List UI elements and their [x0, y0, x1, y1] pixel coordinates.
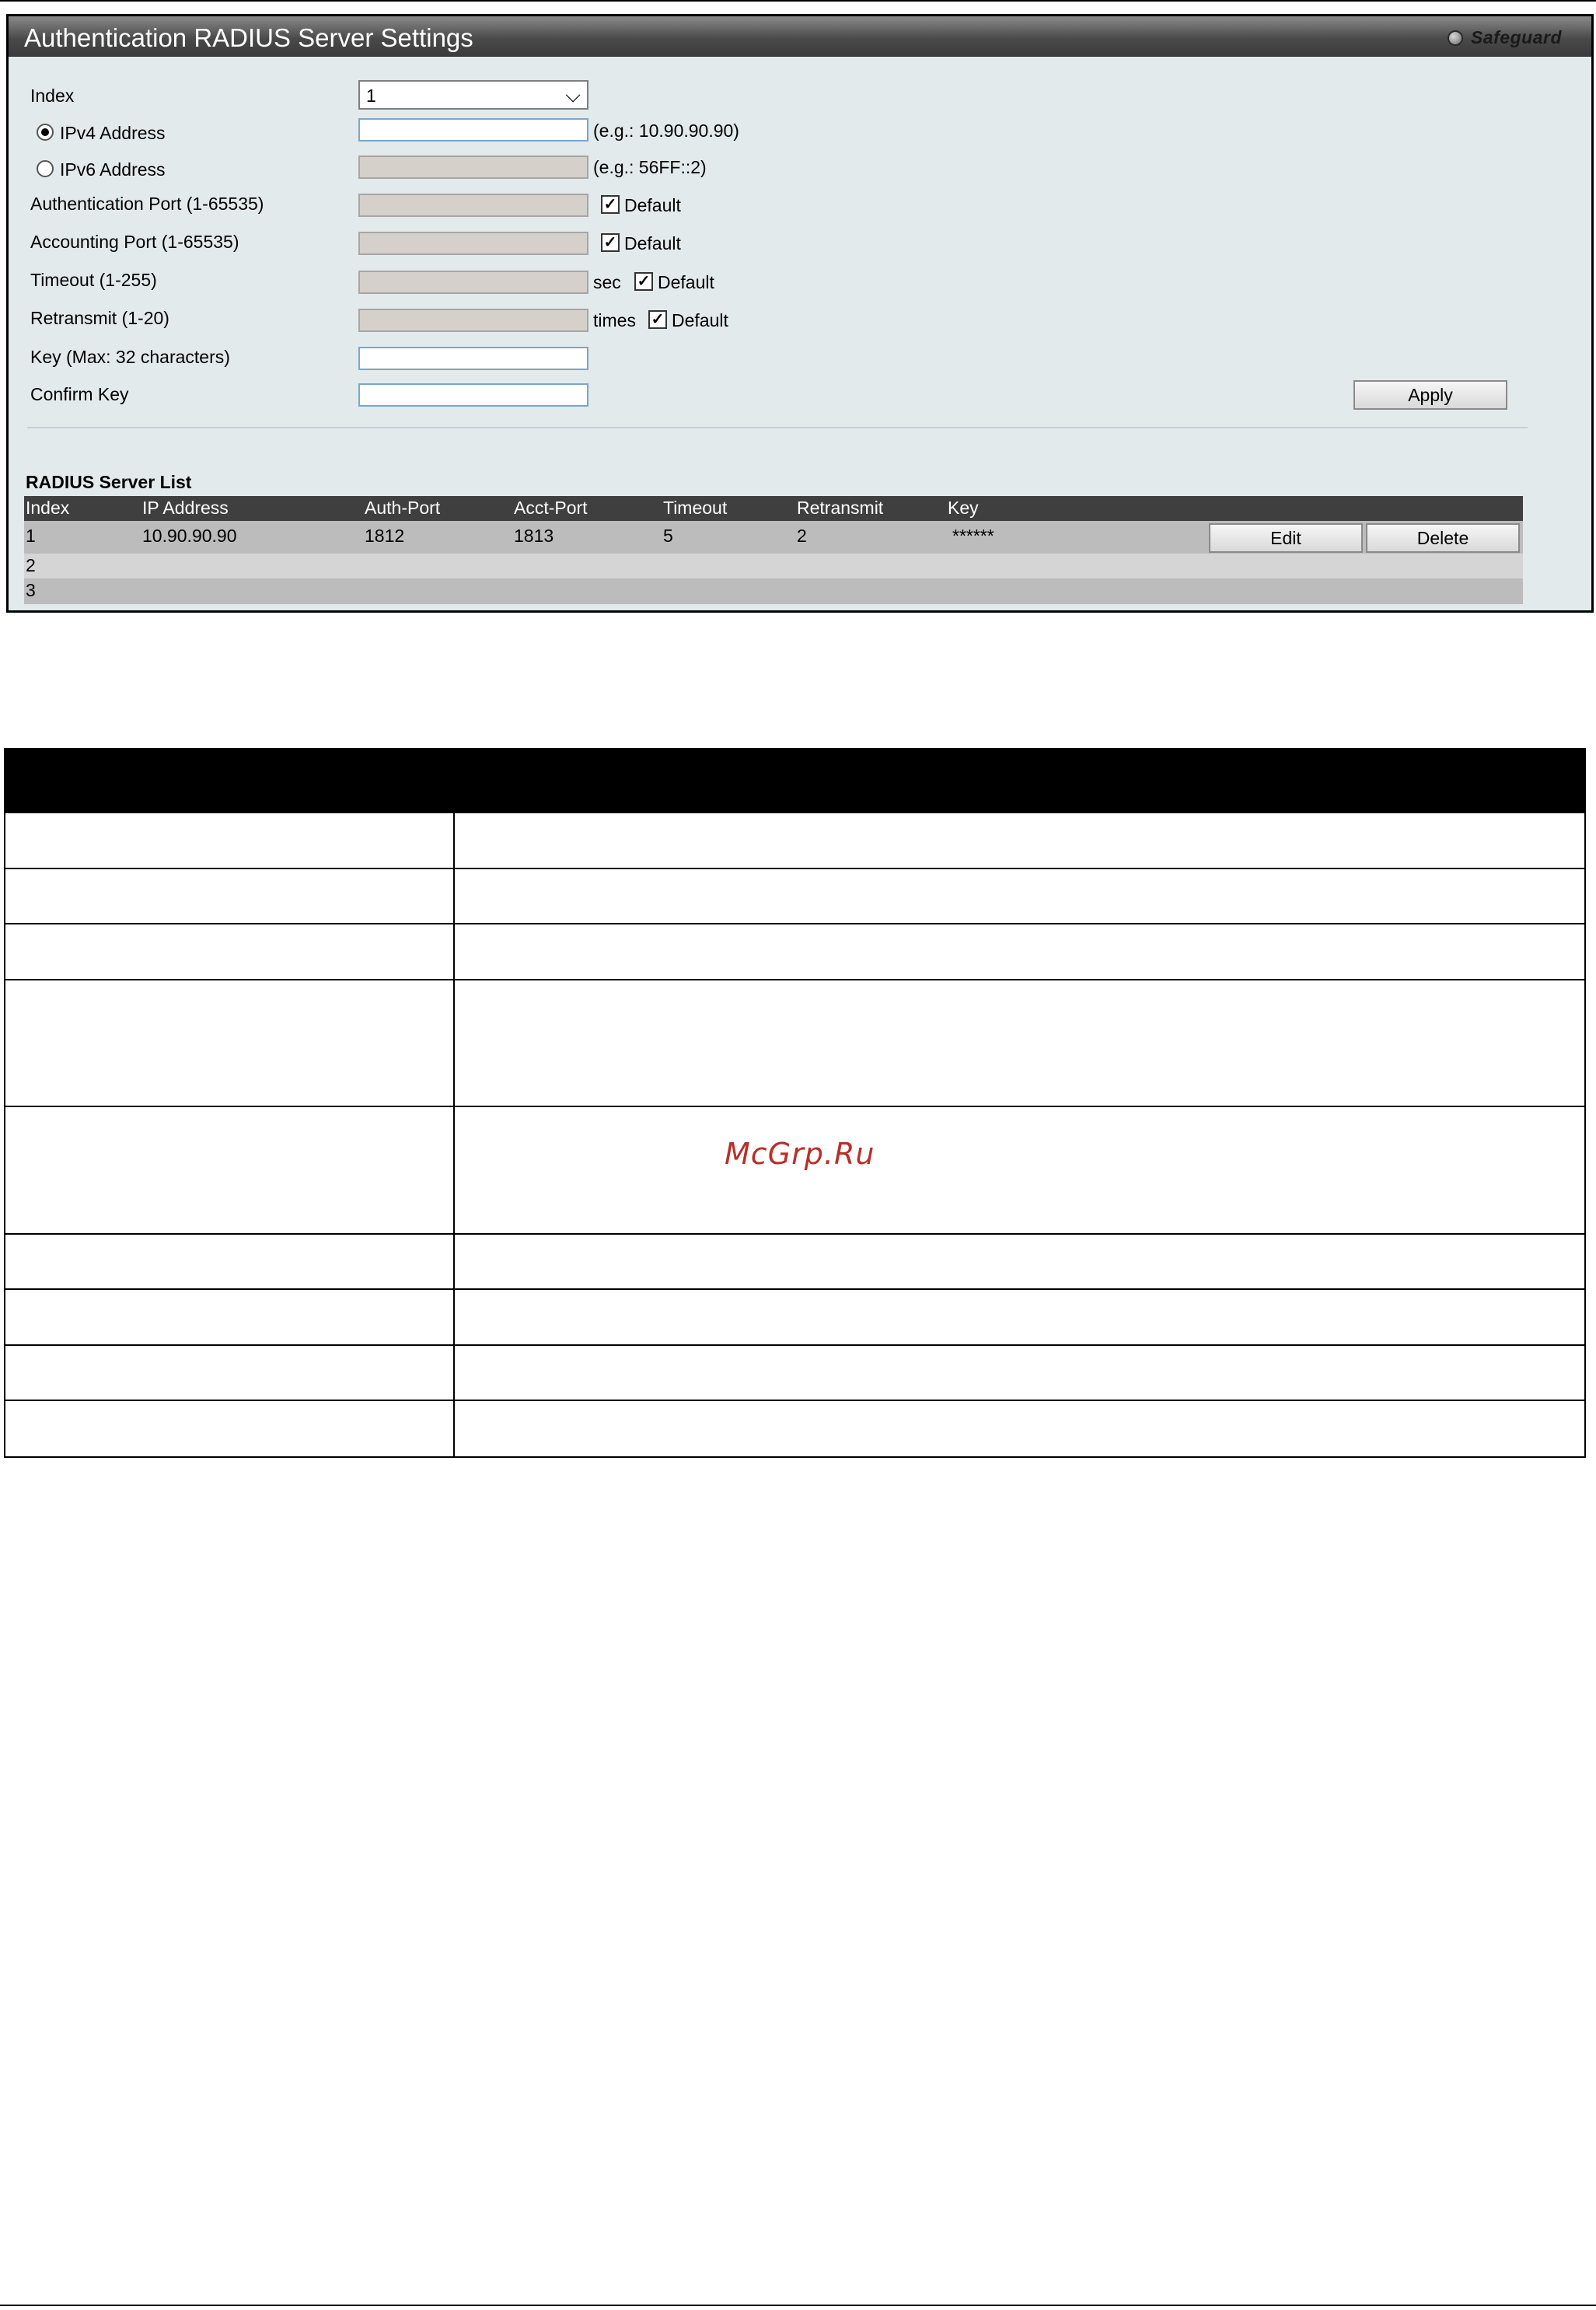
row-divider — [5, 1400, 1584, 1401]
timeout-default-label: Default — [658, 272, 714, 292]
auth-port-default-checkbox[interactable]: ✓ — [601, 195, 620, 214]
confirm-key-input[interactable] — [358, 383, 588, 407]
ipv6-label: IPv6 Address — [60, 159, 166, 180]
row-key: ****** — [952, 526, 994, 546]
retransmit-input[interactable] — [358, 309, 588, 332]
ipv6-address-input[interactable] — [358, 156, 588, 179]
row-index: 1 — [26, 526, 36, 546]
row-divider — [5, 1288, 1584, 1290]
radius-settings-panel: Authentication RADIUS Server Settings Sa… — [6, 14, 1594, 613]
row-divider — [5, 923, 1584, 924]
auth-port-input[interactable] — [358, 194, 588, 217]
acct-port-default-checkbox[interactable]: ✓ — [601, 233, 620, 252]
timeout-input[interactable] — [358, 271, 588, 294]
auth-port-label: Authentication Port (1-65535) — [30, 194, 264, 214]
bottom-rule — [0, 2305, 1596, 2306]
description-table-body — [4, 813, 1586, 1458]
column-divider — [453, 813, 455, 1458]
edit-button[interactable]: Edit — [1209, 523, 1363, 553]
timeout-default-checkbox[interactable]: ✓ — [634, 272, 653, 291]
key-label: Key (Max: 32 characters) — [30, 347, 230, 367]
ipv4-hint: (e.g.: 10.90.90.90) — [593, 121, 739, 141]
index-label: Index — [30, 86, 75, 106]
column-header: Acct-Port — [514, 498, 588, 518]
retransmit-label: Retransmit (1-20) — [30, 308, 169, 328]
row-auth-port: 1812 — [365, 526, 405, 546]
ipv4-address-input[interactable] — [358, 118, 588, 142]
table-row: 1 10.90.90.90 1812 1813 5 2 ****** Edit … — [24, 521, 1523, 554]
row-divider — [5, 979, 1584, 980]
safeguard-icon — [1448, 30, 1464, 46]
retransmit-default-checkbox[interactable]: ✓ — [648, 310, 667, 329]
row-divider — [5, 868, 1584, 869]
acct-port-input[interactable] — [358, 232, 588, 255]
row-divider — [5, 1106, 1584, 1107]
safeguard-button[interactable]: Safeguard — [1448, 27, 1562, 48]
key-input[interactable] — [358, 347, 588, 370]
top-rule — [0, 0, 1596, 2]
row-divider — [5, 1233, 1584, 1235]
ipv4-radio[interactable] — [37, 124, 54, 141]
row-index: 2 — [26, 555, 36, 575]
ipv6-hint: (e.g.: 56FF::2) — [593, 157, 707, 177]
column-header: Index — [26, 498, 70, 518]
server-list-title: RADIUS Server List — [26, 472, 192, 492]
row-acct-port: 1813 — [514, 526, 554, 546]
ipv6-radio[interactable] — [37, 160, 54, 177]
index-select[interactable]: 1 ⌵ — [358, 80, 588, 110]
row-retransmit: 2 — [797, 526, 807, 546]
auth-port-default-label: Default — [624, 195, 681, 215]
chevron-down-icon: ⌵ — [565, 83, 581, 107]
server-list-header: Index IP Address Auth-Port Acct-Port Tim… — [24, 496, 1523, 521]
index-select-value: 1 — [366, 86, 376, 106]
row-index: 3 — [26, 580, 36, 600]
column-header: Timeout — [663, 498, 728, 518]
row-timeout: 5 — [663, 526, 673, 546]
panel-title: Authentication RADIUS Server Settings — [24, 23, 473, 52]
row-ip-address: 10.90.90.90 — [142, 526, 237, 546]
ipv4-label: IPv4 Address — [60, 123, 166, 143]
row-divider — [5, 1344, 1584, 1346]
column-header: IP Address — [142, 498, 229, 518]
acct-port-label: Accounting Port (1-65535) — [30, 232, 239, 252]
confirm-key-label: Confirm Key — [30, 384, 129, 404]
divider — [27, 427, 1528, 428]
column-header: Auth-Port — [365, 498, 441, 518]
safeguard-label: Safeguard — [1471, 27, 1562, 47]
delete-button[interactable]: Delete — [1366, 523, 1520, 553]
table-row: 3 — [24, 578, 1523, 604]
column-header: Key — [948, 498, 979, 518]
acct-port-default-label: Default — [624, 233, 681, 253]
apply-button[interactable]: Apply — [1353, 380, 1507, 410]
timeout-label: Timeout (1-255) — [30, 270, 157, 290]
retransmit-default-label: Default — [672, 310, 728, 330]
timeout-unit: sec — [593, 272, 621, 292]
column-header: Retransmit — [797, 498, 884, 518]
retransmit-unit: times — [593, 310, 636, 330]
panel-titlebar: Authentication RADIUS Server Settings Sa… — [9, 16, 1591, 57]
table-row: 2 — [24, 554, 1523, 578]
description-table-header — [4, 748, 1586, 813]
watermark-text: McGrp.Ru — [725, 1137, 875, 1171]
